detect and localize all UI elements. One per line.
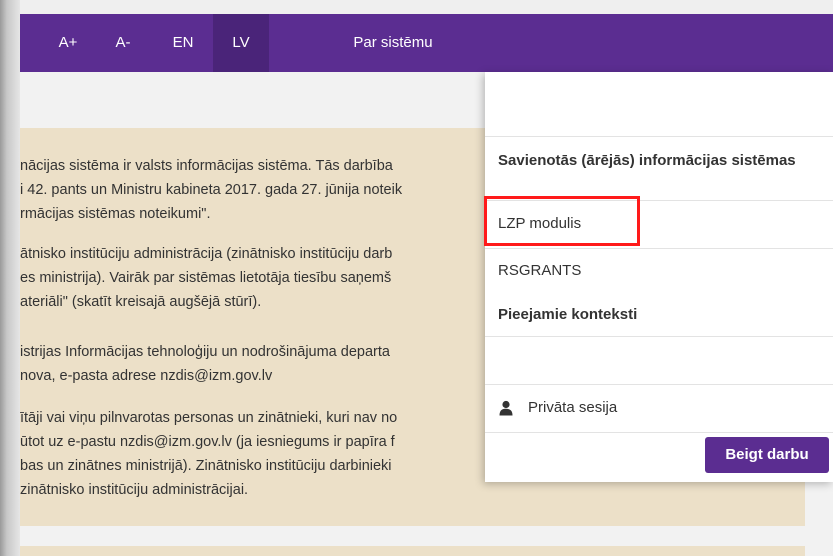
- language-en-button[interactable]: EN: [160, 14, 206, 72]
- notice-line: ītāji vai viņu pilnvarotas personas un z…: [20, 410, 398, 426]
- notice-line: ūtot uz e-pastu nzdis@izm.gov.lv (ja ies…: [20, 434, 395, 450]
- about-system-link[interactable]: Par sistēmu: [320, 14, 466, 72]
- notice-line: ateriāli" (skatīt kreisajā augšējā stūrī…: [20, 294, 262, 310]
- divider: [485, 384, 833, 385]
- notice-line: nācijas sistēma ir valsts informācijas s…: [20, 158, 393, 174]
- highlight-box: [484, 196, 640, 246]
- notice-line: es ministrija). Vairāk par sistēmas liet…: [20, 270, 392, 286]
- divider: [485, 248, 833, 249]
- user-dropdown-panel: Savienotās (ārējās) informācijas sistēma…: [485, 72, 833, 482]
- second-notice: [20, 546, 805, 556]
- notice-line: ātnisko institūciju administrācija (zinā…: [20, 246, 393, 262]
- font-decrease-button[interactable]: A-: [103, 14, 143, 72]
- notice-line: nova, e-pasta adrese nzdis@izm.gov.lv: [20, 368, 273, 384]
- top-strip: [20, 0, 833, 14]
- notice-line: rmācijas sistēmas noteikumi".: [20, 206, 211, 222]
- available-contexts-heading: Pieejamie konteksti: [498, 306, 638, 323]
- private-session-link[interactable]: Privāta sesija: [528, 399, 617, 416]
- end-session-button[interactable]: Beigt darbu: [705, 437, 829, 473]
- divider: [485, 336, 833, 337]
- notice-line: i 42. pants un Ministru kabineta 2017. g…: [20, 182, 403, 198]
- notice-line: bas un zinātnes ministrijā). Zinātnisko …: [20, 458, 392, 474]
- language-lv-button[interactable]: LV: [213, 14, 269, 72]
- connected-systems-heading: Savienotās (ārējās) informācijas sistēma…: [498, 152, 796, 169]
- notice-line: istrijas Informācijas tehnoloģiju un nod…: [20, 344, 390, 360]
- notice-line: zinātnisko institūciju administrācijai.: [20, 482, 249, 498]
- divider: [485, 136, 833, 137]
- divider: [485, 432, 833, 433]
- user-icon: [499, 400, 513, 416]
- menu-item-rsgrants[interactable]: RSGRANTS: [498, 262, 581, 279]
- window-edge: [0, 0, 20, 556]
- font-increase-button[interactable]: A+: [48, 14, 88, 72]
